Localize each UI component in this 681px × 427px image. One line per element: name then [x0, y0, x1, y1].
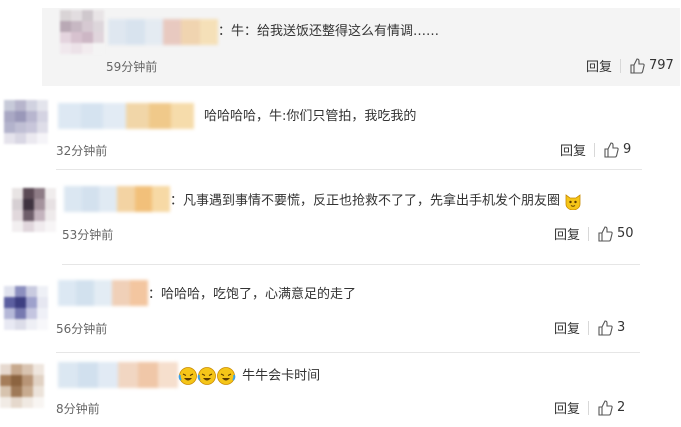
like-count: 797 [649, 58, 674, 73]
username-blurred[interactable] [58, 103, 195, 129]
divider [588, 320, 590, 335]
like-button[interactable]: 3 [597, 319, 626, 336]
like-button[interactable]: 9 [603, 141, 632, 158]
comment-time: 8分钟前 [56, 402, 100, 416]
avatar[interactable] [4, 286, 48, 330]
avatar[interactable] [4, 100, 48, 144]
comment-actions: 回复 50 [554, 224, 634, 243]
comment-card: ：牛：给我送饭还整得这么有情调…… 59分钟前 回复 797 [42, 8, 680, 86]
like-button[interactable]: 50 [597, 225, 634, 242]
separator [62, 264, 640, 265]
comment-actions: 回复 797 [586, 56, 674, 75]
username-blurred[interactable] [108, 19, 218, 45]
avatar[interactable] [12, 188, 56, 232]
comment-time: 32分钟前 [56, 144, 108, 158]
comment-text: ：牛：给我送饭还整得这么有情调…… [218, 24, 440, 39]
thumbs-up-icon [598, 399, 613, 416]
separator [56, 169, 642, 170]
username-blurred[interactable] [58, 362, 178, 388]
avatar[interactable] [0, 364, 44, 408]
laughing-crying-emoji [178, 367, 236, 385]
like-count: 9 [623, 142, 632, 157]
like-count: 2 [617, 400, 626, 415]
comment-text: ：凡事遇到事情不要慌，反正也抢救不了了，先拿出手机发个朋友圈 [170, 192, 582, 211]
comment-card: ：哈哈哈，吃饱了，心满意足的走了 56分钟前 回复 3 [0, 268, 681, 353]
comment-time: 53分钟前 [62, 228, 114, 242]
comment-text-content: ：凡事遇到事情不要慌，反正也抢救不了了，先拿出手机发个朋友圈 [170, 193, 561, 209]
thumbs-up-icon [598, 225, 613, 242]
comment-actions: 回复 9 [560, 140, 631, 159]
avatar[interactable] [60, 10, 104, 54]
divider [588, 226, 590, 241]
cat-face-emoji [565, 194, 581, 210]
comment-text: 哈哈哈哈，牛:你们只管拍，我吃我的 [204, 109, 417, 124]
comment-text: 牛牛会卡时间 [178, 366, 320, 386]
divider [594, 142, 596, 157]
reply-button[interactable]: 回复 [554, 398, 580, 417]
divider [588, 400, 590, 415]
comment-time: 56分钟前 [56, 322, 108, 336]
like-button[interactable]: 797 [629, 57, 674, 74]
reply-button[interactable]: 回复 [560, 140, 586, 159]
thumbs-up-icon [598, 319, 613, 336]
comment-text: ：哈哈哈，吃饱了，心满意足的走了 [148, 287, 357, 302]
comment-card: ：凡事遇到事情不要慌，反正也抢救不了了，先拿出手机发个朋友圈 53分钟前 回复 … [0, 174, 681, 265]
comment-time: 59分钟前 [106, 60, 158, 74]
reply-button[interactable]: 回复 [554, 318, 580, 337]
like-button[interactable]: 2 [597, 399, 626, 416]
thumbs-up-icon [604, 141, 619, 158]
separator [56, 352, 640, 353]
username-blurred[interactable] [58, 280, 148, 306]
comment-text-content: 牛牛会卡时间 [242, 368, 321, 384]
comment-card: 哈哈哈哈，牛:你们只管拍，我吃我的 32分钟前 回复 9 [0, 92, 681, 170]
comment-card: 牛牛会卡时间 8分钟前 回复 2 [0, 354, 681, 427]
reply-button[interactable]: 回复 [554, 224, 580, 243]
username-blurred[interactable] [64, 186, 171, 212]
comment-actions: 回复 2 [554, 398, 625, 417]
like-count: 3 [617, 320, 626, 335]
divider [620, 58, 622, 73]
like-count: 50 [617, 226, 634, 241]
comment-actions: 回复 3 [554, 318, 625, 337]
reply-button[interactable]: 回复 [586, 56, 612, 75]
thumbs-up-icon [630, 57, 645, 74]
